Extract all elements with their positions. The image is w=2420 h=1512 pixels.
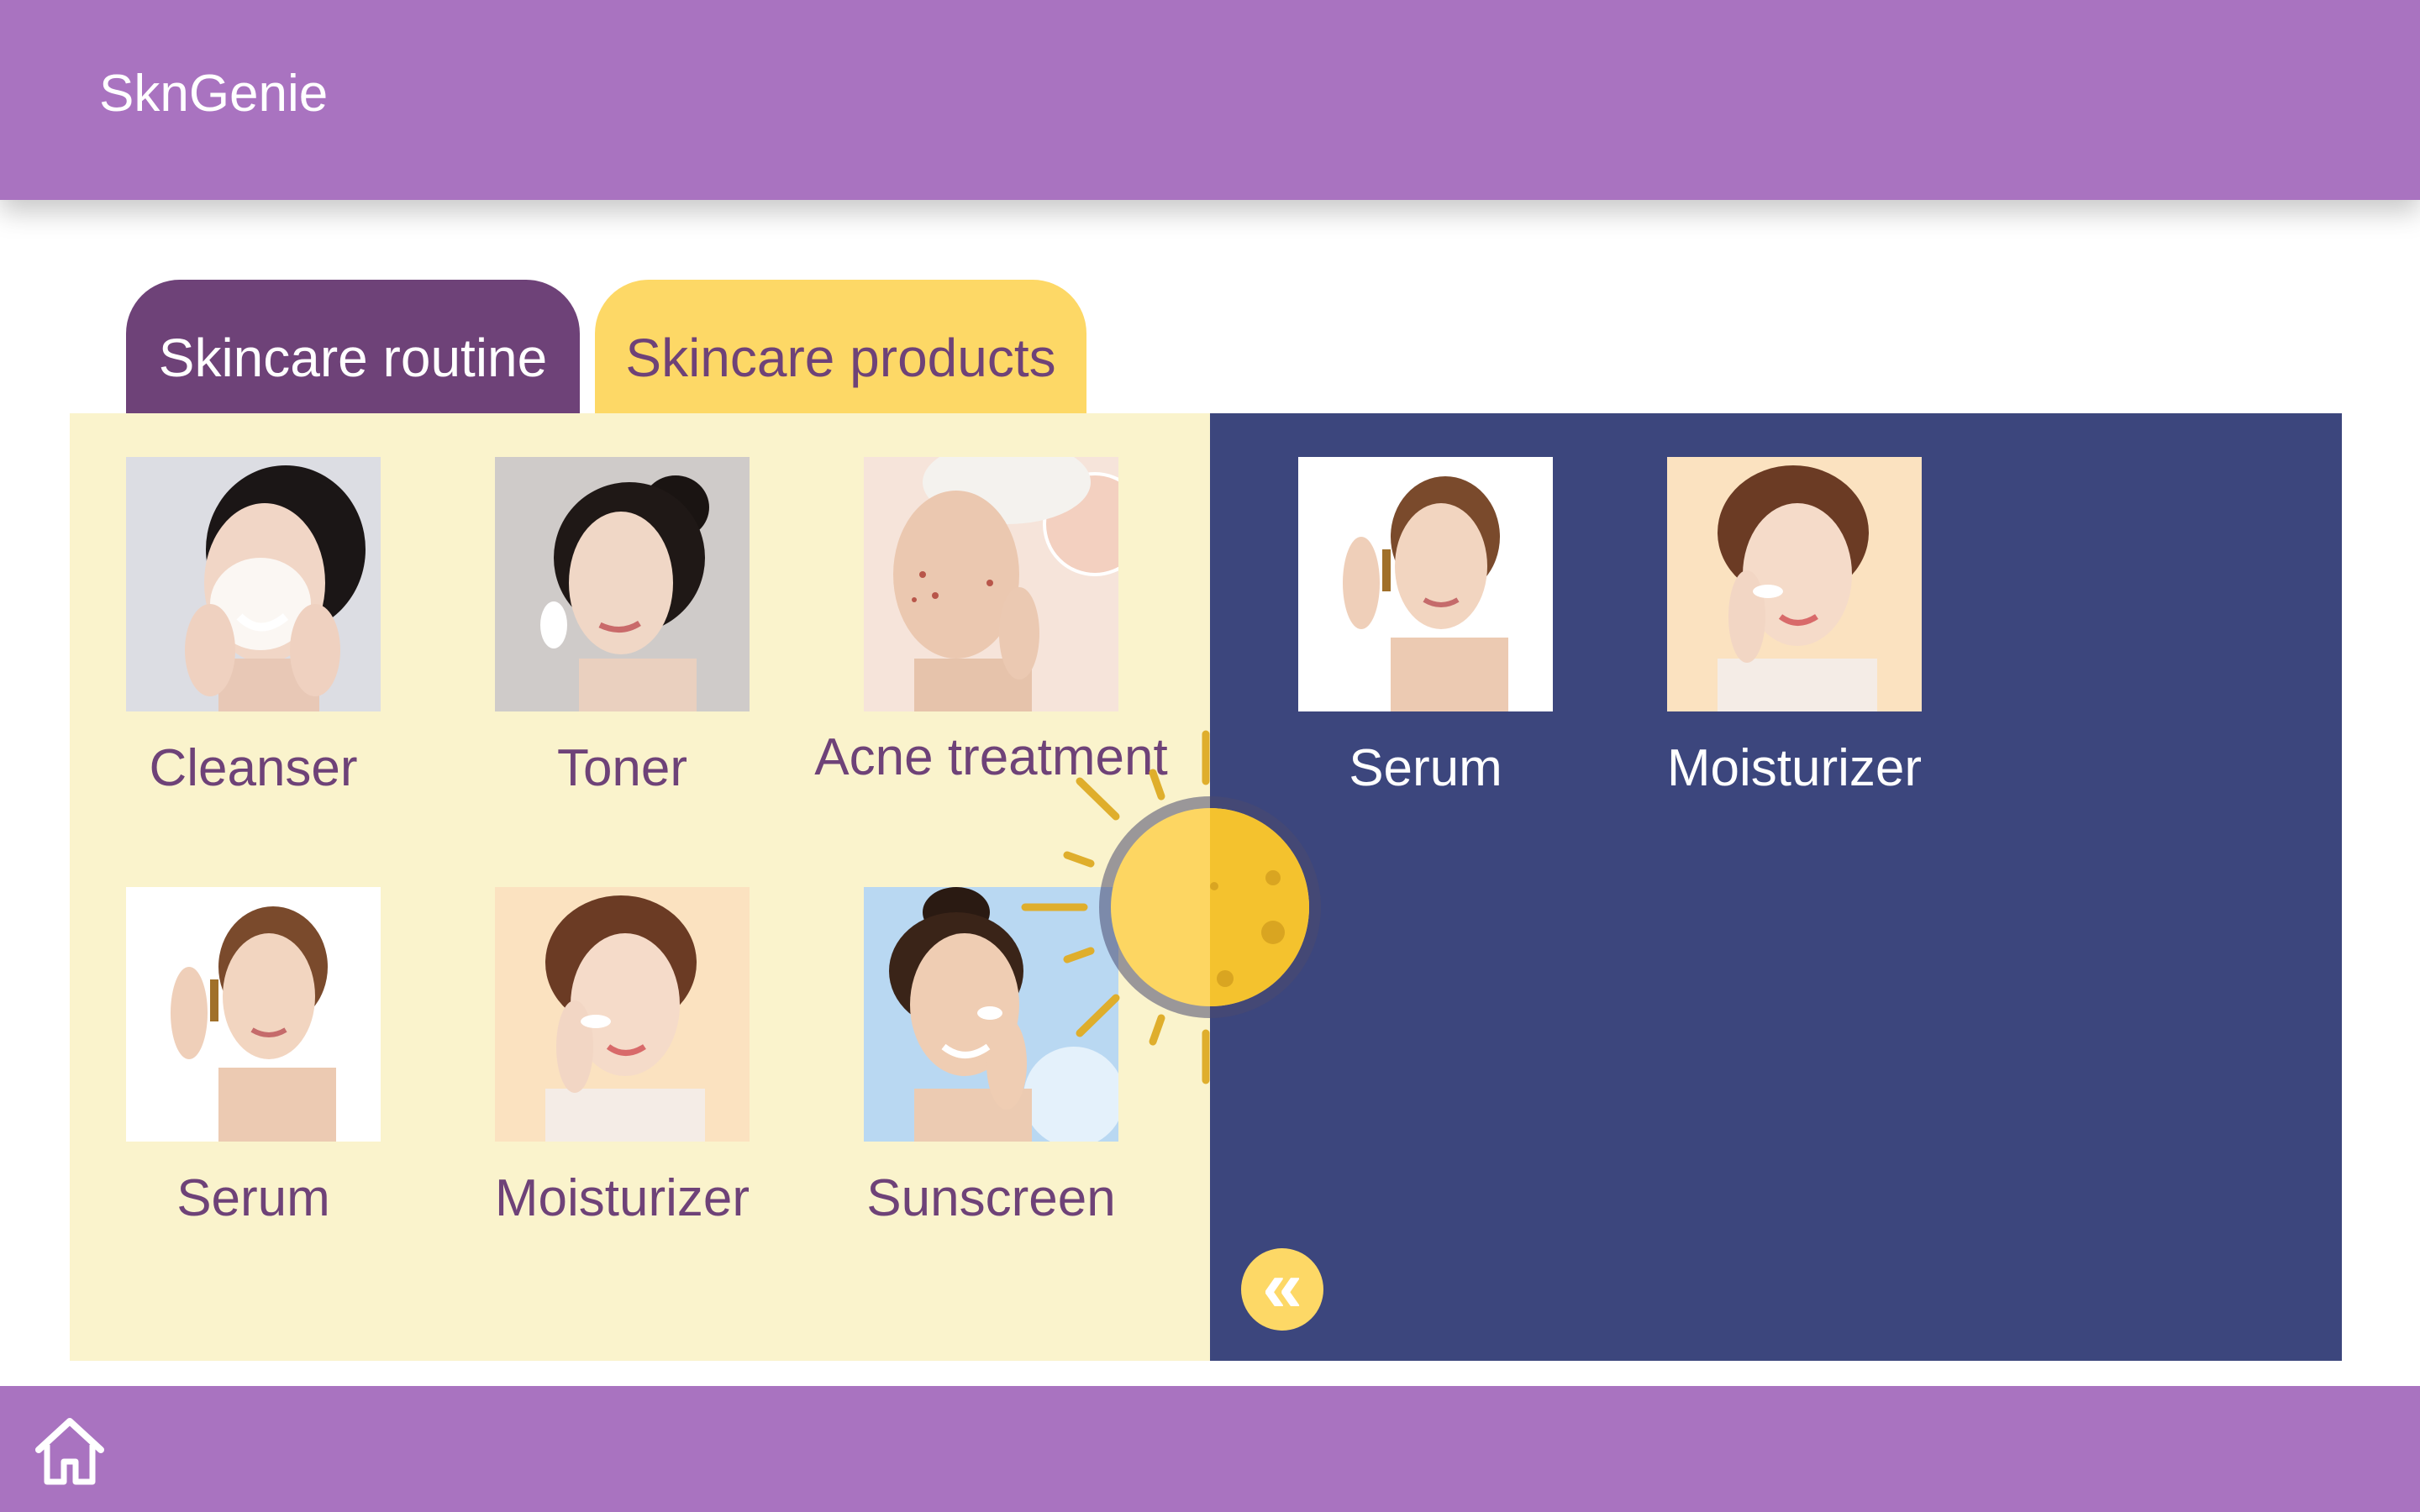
selected-item-moisturizer[interactable]: Moisturizer xyxy=(1667,457,1922,797)
item-label: Moisturizer xyxy=(1666,739,1923,797)
selected-products-panel: Serum Moisturizer xyxy=(1210,413,2342,1361)
cleanser-photo xyxy=(126,457,381,711)
serum-photo xyxy=(126,887,381,1142)
routine-item-moisturizer[interactable]: Moisturizer xyxy=(495,887,750,1227)
moisturizer-photo xyxy=(1667,457,1922,711)
acne-photo xyxy=(864,457,1118,711)
routine-item-toner[interactable]: Toner xyxy=(495,457,750,797)
app-title: SknGenie xyxy=(99,65,329,123)
item-label: Serum xyxy=(176,1169,330,1227)
moisturizer-photo xyxy=(495,887,750,1142)
item-label: Sunscreen xyxy=(866,1169,1116,1227)
home-icon[interactable] xyxy=(32,1413,108,1488)
sun-moon-icon xyxy=(1021,730,1321,1084)
bottom-bar xyxy=(0,1386,2420,1512)
routine-item-cleanser[interactable]: Cleanser xyxy=(126,457,381,797)
top-bar: SknGenie xyxy=(0,0,2420,200)
item-label: Toner xyxy=(556,739,688,797)
routine-item-serum[interactable]: Serum xyxy=(126,887,381,1227)
serum-photo xyxy=(1298,457,1553,711)
tab-skincare-routine[interactable]: Skincare routine xyxy=(126,280,580,414)
collapse-panel-button[interactable]: « xyxy=(1241,1248,1323,1331)
routine-item-acne-treatment[interactable]: Acne treatment xyxy=(814,457,1168,786)
item-label: Moisturizer xyxy=(494,1169,750,1227)
item-label: Cleanser xyxy=(149,739,358,797)
toner-photo xyxy=(495,457,750,711)
selected-item-serum[interactable]: Serum xyxy=(1298,457,1553,797)
tab-skincare-products[interactable]: Skincare products xyxy=(595,280,1086,414)
